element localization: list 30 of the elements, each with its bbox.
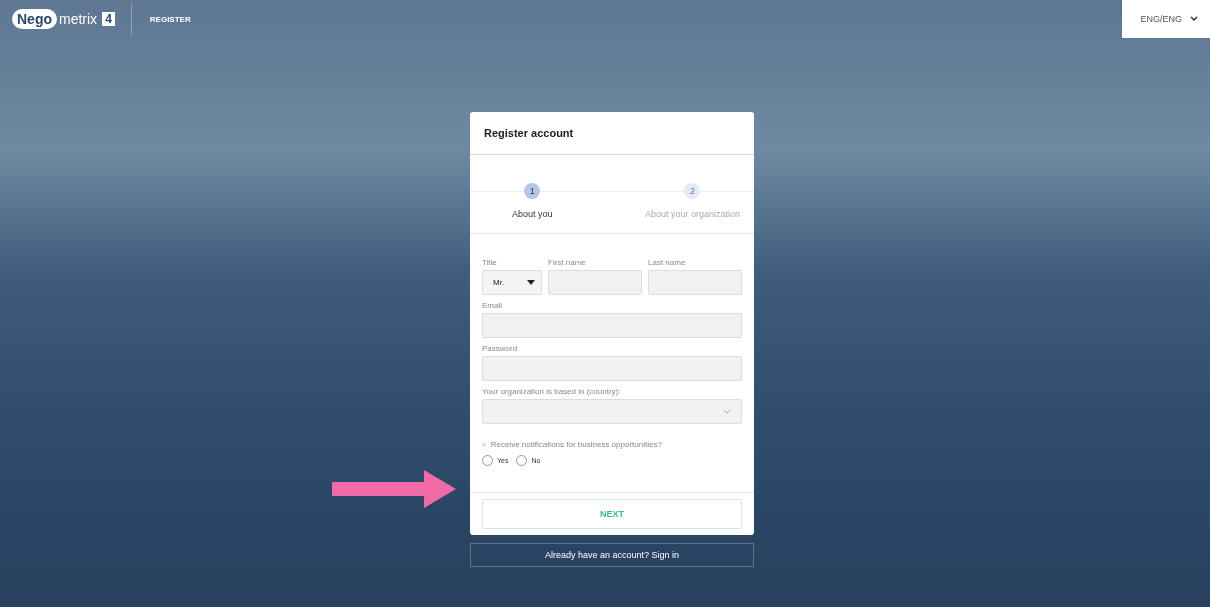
chevron-down-icon — [723, 409, 731, 414]
field-label: Password — [482, 344, 519, 353]
field-label: Last name — [648, 258, 687, 267]
input-field[interactable] — [482, 356, 742, 381]
country-dropdown[interactable] — [482, 399, 742, 424]
field-label: Your organization is based in (country): — [482, 387, 622, 396]
nav-title: REGISTER — [149, 14, 191, 24]
step-label: About your organization — [644, 209, 740, 219]
step-number: 2 — [684, 183, 701, 199]
question-label: Receive notifications for business opportunities? — [490, 440, 662, 449]
step-tab[interactable]: 1 About you — [512, 183, 553, 219]
input-field[interactable] — [648, 270, 742, 295]
logo-badge: 4 — [102, 12, 115, 26]
title-select[interactable]: Mr. — [482, 270, 542, 295]
field-label: First name — [548, 258, 587, 267]
required-mark: × — [482, 440, 487, 449]
caret-icon — [527, 280, 535, 285]
step-label: About you — [512, 209, 553, 219]
field-label: Email — [482, 301, 503, 310]
logo[interactable]: Nego metrix 4 — [12, 9, 115, 29]
chevron-down-icon — [1190, 16, 1198, 22]
field-label: Title — [482, 258, 498, 267]
step-tab[interactable]: 2 About your organization — [644, 183, 740, 219]
sign-in-link[interactable]: Already have an account? Sign in — [470, 543, 754, 567]
input-field[interactable] — [482, 313, 742, 338]
logo-text: metrix — [59, 11, 98, 27]
step-number: 1 — [524, 183, 541, 199]
logo-word: Nego — [12, 9, 57, 29]
input-field[interactable] — [548, 270, 642, 295]
language-selector[interactable]: ENG/ENG — [1122, 0, 1210, 38]
